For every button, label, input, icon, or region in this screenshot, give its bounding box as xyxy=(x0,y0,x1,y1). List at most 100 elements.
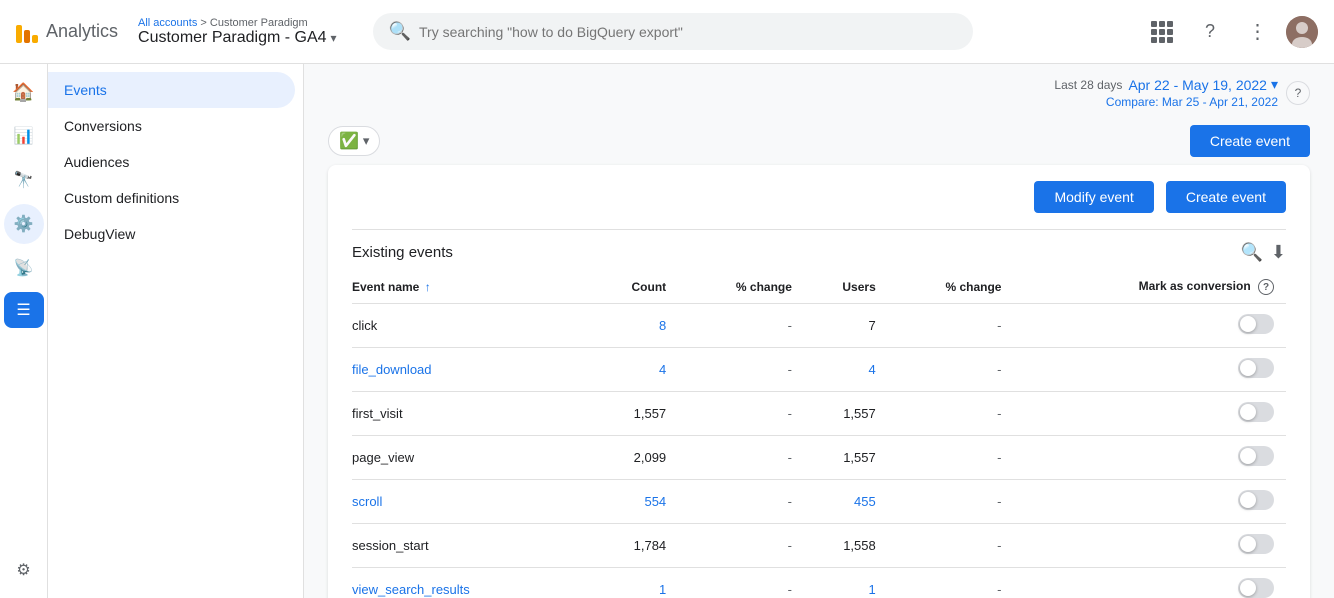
date-dropdown-arrow[interactable]: ▾ xyxy=(1271,76,1278,93)
event-name-cell: click xyxy=(352,304,592,348)
event-name-cell[interactable]: view_search_results xyxy=(352,568,592,598)
sidebar-icon-configure[interactable]: ⚙️ xyxy=(4,204,44,244)
event-users-cell: 455 xyxy=(804,480,888,524)
table-row: page_view 2,099 - 1,557 - xyxy=(352,436,1286,480)
table-row: session_start 1,784 - 1,558 - xyxy=(352,524,1286,568)
col-conversion: Mark as conversion ? xyxy=(1013,271,1286,304)
sidebar-icon-settings[interactable]: ⚙ xyxy=(4,550,44,590)
avatar[interactable] xyxy=(1286,16,1318,48)
sidebar-icon-home[interactable]: 🏠 xyxy=(4,72,44,112)
event-count-change-cell: - xyxy=(678,436,804,480)
search-events-button[interactable]: 🔍 xyxy=(1240,242,1262,263)
breadcrumb: All accounts > Customer Paradigm Custome… xyxy=(138,17,337,47)
event-name-cell[interactable]: file_download xyxy=(352,348,592,392)
table-row: first_visit 1,557 - 1,557 - xyxy=(352,392,1286,436)
col-event-name: Event name ↑ xyxy=(352,271,592,304)
date-help-icon[interactable]: ? xyxy=(1286,81,1310,105)
event-count-cell: 1,557 xyxy=(592,392,678,436)
conversion-toggle[interactable] xyxy=(1238,578,1274,598)
existing-events-icons: 🔍 ⬇ xyxy=(1240,242,1286,263)
event-conversion-cell[interactable] xyxy=(1013,568,1286,598)
help-button[interactable]: ? xyxy=(1190,12,1230,52)
filter-check-icon: ✅ xyxy=(339,131,359,151)
conversion-help-icon[interactable]: ? xyxy=(1258,279,1274,295)
event-users-cell: 4 xyxy=(804,348,888,392)
existing-events-title: Existing events xyxy=(352,244,453,261)
sort-arrow-icon[interactable]: ↑ xyxy=(425,280,431,294)
sidebar-icons: 🏠 📊 🔭 ⚙️ 📡 ☰ ⚙ xyxy=(0,64,48,598)
events-panel-header: Modify event Create event xyxy=(328,165,1310,229)
logo-icon xyxy=(16,21,38,43)
sidebar-icon-advertising[interactable]: 📡 xyxy=(4,248,44,288)
nav-item-debugview[interactable]: DebugView xyxy=(48,216,295,252)
event-conversion-cell[interactable] xyxy=(1013,480,1286,524)
event-count-cell: 1 xyxy=(592,568,678,598)
conversion-toggle[interactable] xyxy=(1238,534,1274,554)
event-users-cell: 1,557 xyxy=(804,392,888,436)
event-users-cell: 1 xyxy=(804,568,888,598)
filter-dropdown-arrow[interactable]: ▾ xyxy=(363,133,370,149)
top-create-button[interactable]: Create event xyxy=(1190,125,1310,157)
sidebar-icon-reports[interactable]: 📊 xyxy=(4,116,44,156)
col-users-change: % change xyxy=(888,271,1014,304)
date-topbar: Last 28 days Apr 22 - May 19, 2022 ▾ Com… xyxy=(304,64,1334,117)
table-row: click 8 - 7 - xyxy=(352,304,1286,348)
app-name: Analytics xyxy=(46,21,118,42)
event-conversion-cell[interactable] xyxy=(1013,436,1286,480)
event-users-cell: 1,557 xyxy=(804,436,888,480)
event-count-cell: 1,784 xyxy=(592,524,678,568)
event-count-change-cell: - xyxy=(678,524,804,568)
event-users-cell: 7 xyxy=(804,304,888,348)
compare-date: Compare: Mar 25 - Apr 21, 2022 xyxy=(1106,95,1278,109)
header-actions: ? ⋮ xyxy=(1142,12,1318,52)
filter-chip[interactable]: ✅ ▾ xyxy=(328,126,380,156)
table-row: scroll 554 - 455 - xyxy=(352,480,1286,524)
event-conversion-cell[interactable] xyxy=(1013,304,1286,348)
conversion-toggle[interactable] xyxy=(1238,490,1274,510)
sidebar-icon-active-section[interactable]: ☰ xyxy=(4,292,44,328)
event-name-cell: page_view xyxy=(352,436,592,480)
date-label: Last 28 days xyxy=(1054,78,1122,92)
search-icon: 🔍 xyxy=(389,21,411,42)
event-count-cell: 8 xyxy=(592,304,678,348)
more-options-button[interactable]: ⋮ xyxy=(1238,12,1278,52)
search-bar[interactable]: 🔍 xyxy=(373,13,973,50)
event-conversion-cell[interactable] xyxy=(1013,392,1286,436)
conversion-toggle[interactable] xyxy=(1238,314,1274,334)
event-users-change-cell: - xyxy=(888,480,1014,524)
conversion-toggle[interactable] xyxy=(1238,358,1274,378)
nav-item-events[interactable]: Events xyxy=(48,72,295,108)
sidebar-icon-explore[interactable]: 🔭 xyxy=(4,160,44,200)
conversion-toggle[interactable] xyxy=(1238,446,1274,466)
event-name-cell[interactable]: scroll xyxy=(352,480,592,524)
event-conversion-cell[interactable] xyxy=(1013,348,1286,392)
event-conversion-cell[interactable] xyxy=(1013,524,1286,568)
event-users-cell: 1,558 xyxy=(804,524,888,568)
search-input[interactable] xyxy=(419,24,957,40)
event-users-change-cell: - xyxy=(888,392,1014,436)
event-count-cell: 554 xyxy=(592,480,678,524)
nav-item-conversions[interactable]: Conversions xyxy=(48,108,295,144)
breadcrumb-all-accounts[interactable]: All accounts xyxy=(138,17,197,29)
logo: Analytics xyxy=(16,21,118,43)
conversion-toggle[interactable] xyxy=(1238,402,1274,422)
property-name: Customer Paradigm - GA4 xyxy=(138,29,327,47)
date-main[interactable]: Apr 22 - May 19, 2022 ▾ xyxy=(1128,76,1278,93)
waffle-menu-button[interactable] xyxy=(1142,12,1182,52)
event-count-change-cell: - xyxy=(678,348,804,392)
event-users-change-cell: - xyxy=(888,524,1014,568)
table-row: file_download 4 - 4 - xyxy=(352,348,1286,392)
main-content: Last 28 days Apr 22 - May 19, 2022 ▾ Com… xyxy=(304,64,1334,598)
nav-item-audiences[interactable]: Audiences xyxy=(48,144,295,180)
download-events-button[interactable]: ⬇ xyxy=(1271,242,1286,263)
property-dropdown-arrow[interactable]: ▾ xyxy=(331,31,337,45)
create-event-button[interactable]: Create event xyxy=(1166,181,1286,213)
col-count: Count xyxy=(592,271,678,304)
nav-item-custom-definitions[interactable]: Custom definitions xyxy=(48,180,295,216)
col-users: Users xyxy=(804,271,888,304)
modify-event-button[interactable]: Modify event xyxy=(1034,181,1153,213)
main-layout: 🏠 📊 🔭 ⚙️ 📡 ☰ ⚙ Events Conversions Audien… xyxy=(0,64,1334,598)
event-count-change-cell: - xyxy=(678,392,804,436)
app-header: Analytics All accounts > Customer Paradi… xyxy=(0,0,1334,64)
event-count-change-cell: - xyxy=(678,480,804,524)
